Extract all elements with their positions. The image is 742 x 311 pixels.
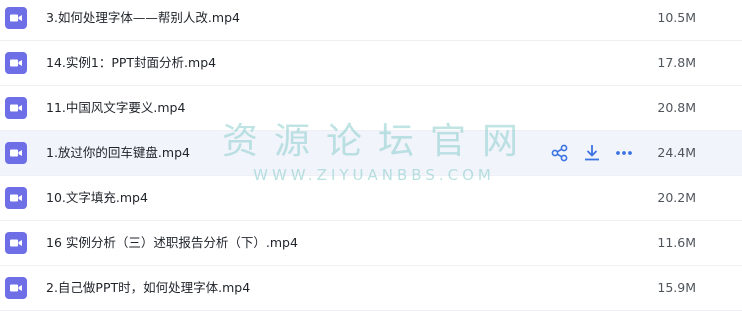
file-name[interactable]: 11.中国风文字要义.mp4 xyxy=(46,86,185,130)
file-size: 15.9M xyxy=(657,280,696,295)
file-row-hovered[interactable]: 1.放过你的回车键盘.mp4 24.4M xyxy=(0,131,742,176)
video-file-icon xyxy=(5,142,27,164)
file-row[interactable]: 16 实例分析（三）述职报告分析（下）.mp4 11.6M xyxy=(0,221,742,266)
video-file-icon xyxy=(5,52,27,74)
share-icon[interactable] xyxy=(549,143,571,163)
file-row[interactable]: 14.实例1：PPT封面分析.mp4 17.8M xyxy=(0,41,742,86)
file-size: 10.5M xyxy=(657,10,696,25)
file-size: 20.8M xyxy=(657,100,696,115)
video-file-icon xyxy=(5,232,27,254)
file-name[interactable]: 16 实例分析（三）述职报告分析（下）.mp4 xyxy=(46,221,298,265)
file-name[interactable]: 14.实例1：PPT封面分析.mp4 xyxy=(46,41,216,85)
file-size: 17.8M xyxy=(657,55,696,70)
download-icon[interactable] xyxy=(581,143,603,163)
video-file-icon xyxy=(5,187,27,209)
file-row[interactable]: 11.中国风文字要义.mp4 20.8M xyxy=(0,86,742,131)
file-name[interactable]: 10.文字填充.mp4 xyxy=(46,176,148,220)
file-name[interactable]: 3.如何处理字体——帮别人改.mp4 xyxy=(46,0,240,40)
file-row[interactable]: 3.如何处理字体——帮别人改.mp4 10.5M xyxy=(0,0,742,41)
file-name[interactable]: 2.自己做PPT时，如何处理字体.mp4 xyxy=(46,266,250,310)
file-list: 3.如何处理字体——帮别人改.mp4 10.5M 14.实例1：PPT封面分析.… xyxy=(0,0,742,311)
file-row[interactable]: 2.自己做PPT时，如何处理字体.mp4 15.9M xyxy=(0,266,742,311)
file-name[interactable]: 1.放过你的回车键盘.mp4 xyxy=(46,131,190,175)
video-file-icon xyxy=(5,277,27,299)
file-size: 20.2M xyxy=(657,190,696,205)
file-row[interactable]: 10.文字填充.mp4 20.2M xyxy=(0,176,742,221)
video-file-icon xyxy=(5,97,27,119)
file-size: 11.6M xyxy=(657,235,696,250)
file-size: 24.4M xyxy=(657,145,696,160)
video-file-icon xyxy=(5,7,27,29)
more-icon[interactable] xyxy=(613,143,635,163)
